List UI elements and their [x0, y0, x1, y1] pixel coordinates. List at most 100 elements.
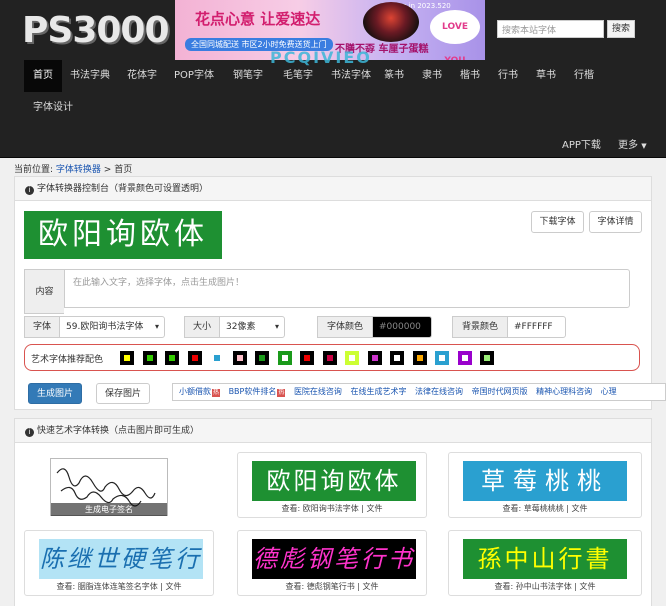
font-card-chenjishi[interactable]: 陈继世硬笔行 查看: 胭脂连体连笔签名字体 | 文件 — [24, 530, 214, 596]
signature-card[interactable]: 生成电子签名 — [24, 452, 214, 516]
ad-link-loan[interactable]: 小额借款热 — [179, 387, 221, 397]
color-swatch[interactable] — [480, 351, 494, 365]
quick-title: 快速艺术字体转换（点击图片即可生成） — [37, 426, 200, 436]
ad-link-hospital[interactable]: 医院在线咨询 — [294, 387, 342, 396]
nav-item-running[interactable]: 行书 — [494, 60, 522, 92]
ad-link-psych[interactable]: 精神心理科咨询 — [536, 387, 592, 396]
size-label: 大小 — [184, 316, 220, 338]
nav-item-regular[interactable]: 楷书 — [456, 60, 484, 92]
font-select-value: 59.欧阳询书法字体 — [66, 322, 144, 332]
font-card-image: 陈继世硬笔行 — [39, 539, 203, 579]
breadcrumb-prefix: 当前位置: — [14, 165, 54, 175]
font-select[interactable]: 59.欧阳询书法字体 ▾ — [59, 316, 165, 338]
chevron-down-icon: ▾ — [154, 322, 159, 331]
color-swatch[interactable] — [120, 351, 134, 365]
color-swatch[interactable] — [277, 351, 292, 365]
size-select[interactable]: 32像素 ▾ — [219, 316, 285, 338]
font-detail-button[interactable]: 字体详情 — [589, 211, 642, 233]
generate-image-button[interactable]: 生成图片 — [28, 383, 82, 404]
recommended-colors-box: 艺术字体推荐配色 — [24, 344, 640, 371]
hot-badge: 热 — [212, 389, 221, 397]
console-title: 字体转换器控制台（背景颜色可设置透明） — [37, 184, 209, 194]
color-swatch[interactable] — [142, 351, 157, 365]
ad-link-empire[interactable]: 帝国时代网页版 — [472, 387, 528, 396]
nav-item-font-design[interactable]: 字体设计 — [26, 92, 80, 124]
color-swatch[interactable] — [390, 351, 404, 365]
color-swatch[interactable] — [187, 351, 202, 365]
nav-item-home[interactable]: 首页 — [24, 60, 62, 92]
app-download-link[interactable]: APP下载 — [562, 136, 601, 151]
color-swatch[interactable] — [232, 351, 247, 365]
font-card-sunzhongshan[interactable]: 孫中山行書 查看: 孙中山书法字体 | 文件 — [448, 530, 642, 596]
swatch-fill — [349, 355, 355, 361]
color-swatch[interactable] — [255, 351, 269, 365]
font-card-strawberry[interactable]: 草莓桃桃 查看: 草莓桃桃桃 | 文件 — [448, 452, 642, 518]
swatch-fill — [259, 355, 265, 361]
save-image-button[interactable]: 保存图片 — [96, 383, 150, 404]
color-swatch[interactable] — [367, 351, 382, 365]
nav-item-cursive[interactable]: 草书 — [532, 60, 560, 92]
nav-item-dictionary[interactable]: 书法字典 — [64, 60, 116, 92]
font-card-caption: 查看: 胭脂连体连笔签名字体 | 文件 — [56, 582, 182, 591]
site-logo[interactable]: PS3000 — [22, 10, 170, 51]
nav-item-clerical[interactable]: 隶书 — [418, 60, 446, 92]
search-button[interactable]: 搜索 — [607, 20, 635, 38]
nav-item-seal[interactable]: 篆书 — [380, 60, 408, 92]
font-card-ouyang[interactable]: 欧阳询欧体 查看: 欧阳询书法字体 | 文件 — [237, 452, 427, 518]
more-dropdown[interactable]: 更多 ▼ — [618, 136, 647, 151]
banner-love-badge: LOVE YOU — [430, 10, 480, 60]
color-swatch[interactable] — [165, 351, 179, 365]
bg-color-input[interactable]: #FFFFFF — [507, 316, 566, 338]
nav-item-running-regular[interactable]: 行楷 — [570, 60, 598, 92]
swatch-fill — [169, 355, 175, 361]
recommended-colors-label: 艺术字体推荐配色 — [31, 355, 104, 365]
font-card-image: 孫中山行書 — [463, 539, 627, 579]
cake-image — [363, 2, 419, 42]
color-swatch[interactable] — [435, 351, 449, 365]
color-swatch[interactable] — [210, 351, 224, 365]
breadcrumb-current: 首页 — [114, 165, 133, 175]
nav-item-brush[interactable]: 毛笔字 — [276, 60, 320, 92]
chevron-down-icon: ▾ — [274, 322, 279, 331]
font-card-image: 德彪钢笔行书 — [252, 539, 416, 579]
color-swatch[interactable] — [457, 351, 472, 365]
color-swatch[interactable] — [300, 351, 314, 365]
content-textarea[interactable]: 在此输入文字，选择字体，点击生成图片！ — [64, 269, 630, 308]
ad-link-heart[interactable]: 心理 — [601, 387, 617, 396]
swatch-fill — [281, 355, 288, 361]
ad-links-bar: 小额借款热 BBP软件排名热 医院在线咨询 在线生成艺术字 法律在线咨询 帝国时… — [172, 383, 666, 401]
breadcrumb-section-link[interactable]: 字体转换器 — [56, 165, 101, 175]
ad-link-label: 小额借款 — [179, 387, 211, 396]
font-color-input[interactable]: #000000 — [372, 316, 432, 338]
font-card-debiao[interactable]: 德彪钢笔行书 查看: 德彪钢笔行书 | 文件 — [237, 530, 427, 596]
swatch-fill — [326, 355, 333, 361]
swatch-fill — [484, 355, 490, 361]
ad-link-legal[interactable]: 法律在线咨询 — [415, 387, 463, 396]
ad-link-bbp[interactable]: BBP软件排名热 — [229, 387, 286, 397]
color-swatch[interactable] — [322, 351, 337, 365]
top-navbar: PS3000 花点心意 让爱速达 Love in 2023.520 LOVE Y… — [0, 0, 666, 158]
swatch-fill — [461, 355, 468, 361]
caret-down-icon: ▼ — [641, 142, 647, 150]
nav-item-pen[interactable]: 钢笔字 — [226, 60, 270, 92]
swatch-fill — [304, 355, 310, 361]
search-input[interactable]: 搜索本站字体 — [497, 20, 604, 38]
ad-link-art-font[interactable]: 在线生成艺术字 — [350, 387, 406, 396]
font-card-caption: 查看: 德彪钢笔行书 | 文件 — [285, 582, 379, 591]
signature-image: 生成电子签名 — [50, 458, 168, 516]
font-preview-image: 欧阳询欧体 — [24, 211, 222, 259]
color-swatch[interactable] — [412, 351, 427, 365]
console-panel-header: i 字体转换器控制台（背景颜色可设置透明） — [15, 177, 651, 201]
font-card-image: 欧阳询欧体 — [252, 461, 416, 501]
nav-item-pop[interactable]: POP字体 — [170, 60, 218, 92]
swatch-fill — [214, 355, 220, 361]
nav-item-calligraphy[interactable]: 书法字体 — [324, 60, 378, 92]
signature-overlay-label: 生成电子签名 — [51, 503, 167, 516]
swatch-fill — [124, 355, 130, 361]
color-swatch[interactable] — [345, 351, 359, 365]
nav-item-fancy[interactable]: 花体字 — [120, 60, 164, 92]
download-font-button[interactable]: 下载字体 — [531, 211, 584, 233]
swatch-fill — [371, 355, 378, 361]
swatch-fill — [236, 355, 243, 361]
size-select-value: 32像素 — [226, 322, 256, 332]
